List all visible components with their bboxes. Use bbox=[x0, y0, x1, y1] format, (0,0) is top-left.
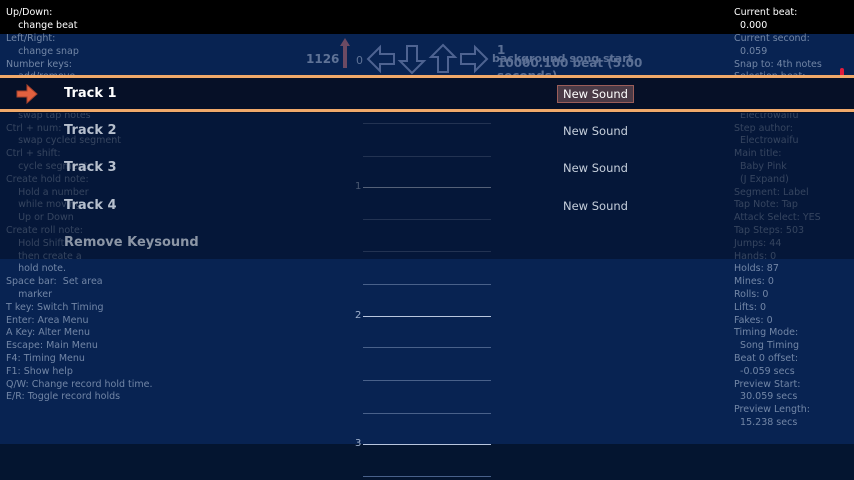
current-beat-text: Current beat: 0.000 bbox=[734, 7, 798, 31]
right-arrow-icon bbox=[459, 43, 489, 75]
receptor-row bbox=[366, 43, 490, 75]
menu-row-value[interactable]: New Sound bbox=[557, 85, 634, 103]
menu-row-track-3[interactable]: Track 3 New Sound bbox=[0, 150, 854, 187]
menu-row-label: Remove Keysound bbox=[64, 235, 199, 250]
stop-marker-icon bbox=[340, 38, 350, 68]
up-arrow-icon bbox=[428, 43, 458, 75]
menu-row-track-2[interactable]: Track 2 New Sound bbox=[0, 113, 854, 150]
top-bar bbox=[0, 0, 854, 34]
beat-line bbox=[363, 476, 491, 477]
menu-row-value[interactable]: New Sound bbox=[563, 161, 628, 175]
menu-row-label: Track 1 bbox=[64, 86, 117, 101]
bottom-strip bbox=[0, 444, 854, 480]
beat-line bbox=[363, 316, 491, 317]
bg-change-text: ba̶ckground song start bbox=[492, 52, 633, 65]
menu-row-track-4[interactable]: Track 4 New Sound bbox=[0, 188, 854, 225]
menu-row-remove-keysound[interactable]: Remove Keysound bbox=[0, 225, 854, 262]
beat-line bbox=[363, 444, 491, 445]
menu-row-value[interactable]: New Sound bbox=[563, 199, 628, 213]
right-arrow-icon bbox=[16, 84, 38, 104]
beat-line bbox=[363, 413, 491, 414]
beat-number: 3 bbox=[355, 438, 362, 449]
beat-line bbox=[363, 380, 491, 381]
bpm-segment-number: 1126 bbox=[306, 52, 340, 66]
menu-row-label: Track 2 bbox=[64, 123, 117, 138]
beat-line bbox=[363, 347, 491, 348]
beat-number: 2 bbox=[355, 310, 362, 321]
menu-row-value[interactable]: New Sound bbox=[563, 124, 628, 138]
left-arrow-icon bbox=[366, 43, 396, 75]
beat-line bbox=[363, 284, 491, 285]
help-top-text: Up/Down: change beat bbox=[6, 7, 78, 31]
menu-row-label: Track 4 bbox=[64, 198, 117, 213]
menu-row-label: Track 3 bbox=[64, 160, 117, 175]
down-arrow-icon bbox=[397, 43, 427, 75]
beat-zero-label: 0 bbox=[356, 54, 363, 67]
selection-line-top bbox=[0, 75, 854, 78]
selection-line-bottom bbox=[0, 109, 854, 112]
menu-row-track-1[interactable]: Track 1 New Sound bbox=[0, 75, 854, 113]
